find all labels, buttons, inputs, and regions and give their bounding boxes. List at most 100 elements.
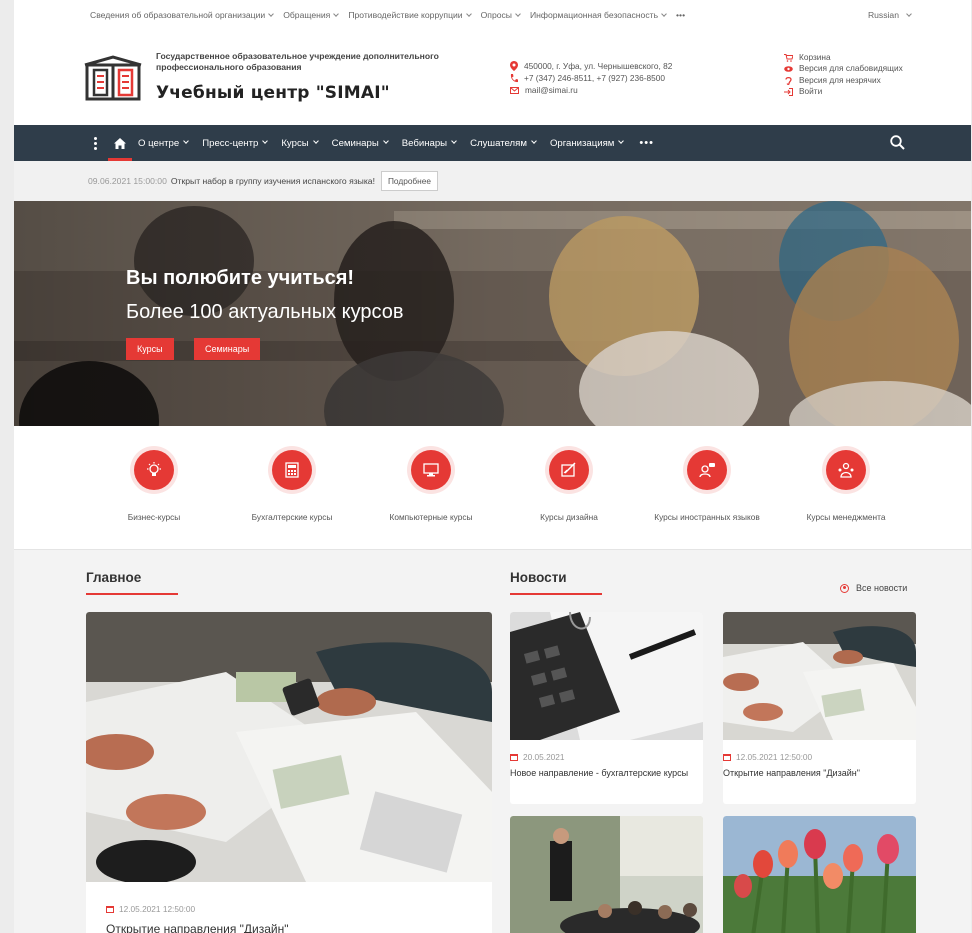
- search-icon: [890, 135, 905, 150]
- low-vision-link[interactable]: Версия для слабовидящих: [784, 63, 903, 74]
- bulb-icon: [134, 450, 174, 490]
- home-icon: [114, 137, 126, 149]
- announcement-bar: 09.06.2021 15:00:00 Открыт набор в групп…: [14, 161, 971, 201]
- contacts-block: 450000, г. Уфа, ул. Чернышевского, 82 +7…: [510, 60, 672, 96]
- calendar-icon: [723, 754, 731, 761]
- nav-item-press[interactable]: Пресс-центр: [202, 138, 269, 149]
- hero-banner: Вы полюбите учиться! Более 100 актуальны…: [14, 201, 971, 426]
- nav-item-webinars[interactable]: Вебинары: [402, 138, 457, 149]
- phone-icon: [510, 73, 518, 82]
- circle-dot-icon: [840, 583, 849, 593]
- news-date: 12.05.2021 12:50:00: [723, 752, 812, 762]
- topbar-link-appeals[interactable]: Обращения: [283, 10, 340, 20]
- featured-card[interactable]: 12.05.2021 12:50:00 Открытие направления…: [86, 612, 492, 933]
- category-computer[interactable]: Компьютерные курсы: [371, 450, 491, 522]
- topbar-more[interactable]: •••: [676, 10, 685, 20]
- org-full-name: Государственное образовательное учрежден…: [156, 51, 439, 72]
- chevron-down-icon: [333, 11, 340, 17]
- chevron-down-icon: [382, 138, 389, 144]
- news-photo-seminar: [510, 816, 703, 933]
- cart-link[interactable]: Корзина: [784, 52, 903, 63]
- topbar-link-org-info[interactable]: Сведения об образовательной организации: [90, 10, 275, 20]
- category-languages[interactable]: Курсы иностранных языков: [647, 450, 767, 522]
- category-management[interactable]: Курсы менеджмента: [786, 450, 906, 522]
- topbar-link-anticorruption[interactable]: Противодействие коррупции: [348, 10, 472, 20]
- menu-dots-icon[interactable]: [90, 136, 100, 150]
- language-select[interactable]: Russian: [868, 10, 912, 20]
- featured-photo: [86, 612, 492, 882]
- news-section-title: Новости: [510, 570, 602, 595]
- category-design[interactable]: Курсы дизайна: [509, 450, 629, 522]
- announcement-text[interactable]: Открыт набор в группу изучения испанског…: [171, 176, 375, 186]
- nav-more[interactable]: •••: [639, 137, 654, 149]
- main-nav: О центре Пресс-центр Курсы Семинары Веби…: [14, 125, 971, 161]
- logo-icon[interactable]: [83, 55, 143, 103]
- news-photo-design: [723, 612, 916, 740]
- news-card[interactable]: [510, 816, 703, 933]
- main-section-title: Главное: [86, 570, 179, 595]
- chevron-down-icon: [262, 138, 269, 144]
- topbar-link-polls[interactable]: Опросы: [481, 10, 521, 20]
- login-link[interactable]: Войти: [784, 86, 903, 97]
- calendar-icon: [510, 754, 518, 761]
- chevron-down-icon: [515, 11, 521, 17]
- category-business[interactable]: Бизнес-курсы: [94, 450, 214, 522]
- login-icon: [784, 87, 793, 96]
- ear-icon: [785, 76, 792, 85]
- nav-item-courses[interactable]: Курсы: [281, 138, 319, 149]
- search-button[interactable]: [890, 135, 905, 155]
- news-photo-calculator: [510, 612, 703, 740]
- cart-icon: [784, 53, 793, 62]
- email-row[interactable]: mail@simai.ru: [510, 84, 672, 96]
- news-card[interactable]: 12.05.2021 12:50:00 Открытие направления…: [723, 612, 916, 804]
- course-categories: Бизнес-курсы Бухгалтерские курсы Компьют…: [14, 426, 971, 550]
- envelope-icon: [510, 86, 519, 94]
- map-pin-icon: [510, 61, 518, 71]
- topbar-link-infosec[interactable]: Информационная безопасность: [530, 10, 667, 20]
- chevron-down-icon: [906, 11, 912, 17]
- hero-courses-button[interactable]: Курсы: [126, 338, 174, 360]
- nav-item-seminars[interactable]: Семинары: [332, 138, 389, 149]
- nav-item-about[interactable]: О центре: [138, 138, 190, 149]
- calendar-icon: [106, 906, 114, 913]
- chevron-down-icon: [531, 138, 537, 144]
- calculator-icon: [272, 450, 312, 490]
- news-card[interactable]: [723, 816, 916, 933]
- address-row: 450000, г. Уфа, ул. Чернышевского, 82: [510, 60, 672, 72]
- category-accounting[interactable]: Бухгалтерские курсы: [232, 450, 352, 522]
- header-links: Корзина Версия для слабовидящих Версия д…: [784, 52, 903, 97]
- site-header: Государственное образовательное учрежден…: [14, 30, 971, 125]
- featured-date: 12.05.2021 12:50:00: [106, 904, 195, 914]
- home-link[interactable]: [108, 125, 132, 161]
- hero-subtitle: Более 100 актуальных курсов: [126, 301, 404, 323]
- featured-headline[interactable]: Открытие направления "Дизайн": [106, 923, 289, 933]
- news-title[interactable]: Открытие направления "Дизайн": [723, 768, 913, 780]
- nav-item-organizations[interactable]: Организациям: [550, 138, 625, 149]
- phone-row[interactable]: +7 (347) 246-8511, +7 (927) 236-8500: [510, 72, 672, 84]
- news-title[interactable]: Новое направление - бухгалтерские курсы: [510, 768, 700, 780]
- chevron-down-icon: [183, 138, 190, 144]
- news-date: 20.05.2021: [510, 752, 565, 762]
- chevron-down-icon: [465, 11, 472, 17]
- nav-item-students[interactable]: Слушателям: [470, 138, 537, 149]
- announcement-date: 09.06.2021 15:00:00: [88, 176, 167, 186]
- chevron-down-icon: [618, 138, 625, 144]
- hero-title: Вы полюбите учиться!: [126, 267, 355, 289]
- eye-icon: [784, 66, 793, 72]
- news-card[interactable]: 20.05.2021 Новое направление - бухгалтер…: [510, 612, 703, 804]
- chevron-down-icon: [312, 138, 319, 144]
- hero-seminars-button[interactable]: Семинары: [194, 338, 261, 360]
- content-area: Главное Новости Все новости 12.05.2021 1…: [14, 550, 971, 933]
- all-news-link[interactable]: Все новости: [840, 583, 907, 593]
- top-utility-bar: Сведения об образовательной организации …: [14, 0, 971, 30]
- chevron-down-icon: [268, 11, 275, 17]
- announcement-more-button[interactable]: Подробнее: [380, 171, 438, 191]
- computer-icon: [411, 450, 451, 490]
- chevron-down-icon: [661, 11, 667, 17]
- org-short-name[interactable]: Учебный центр "SIMAI": [156, 83, 390, 103]
- design-icon: [549, 450, 589, 490]
- language-icon: [687, 450, 727, 490]
- chevron-down-icon: [451, 138, 457, 144]
- blind-version-link[interactable]: Версия для незрячих: [784, 75, 903, 86]
- page: Сведения об образовательной организации …: [14, 0, 971, 933]
